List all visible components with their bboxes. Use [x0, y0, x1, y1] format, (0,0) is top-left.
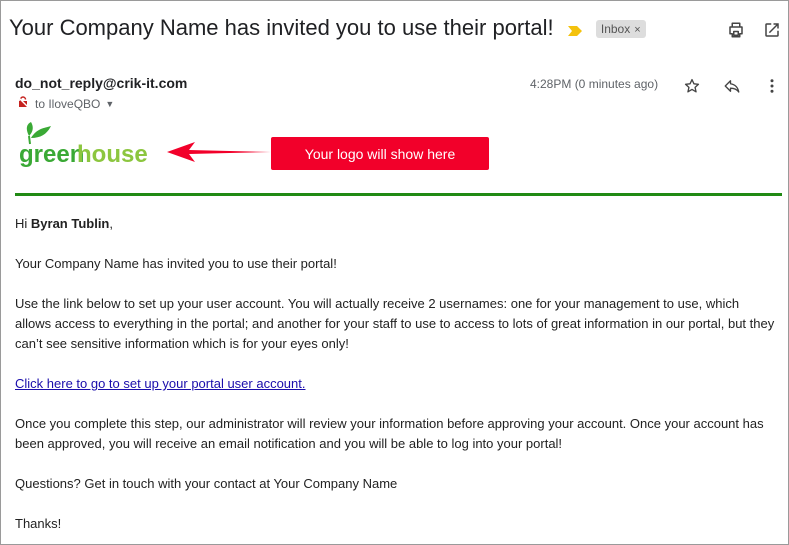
setup-account-link[interactable]: Click here to go to set up your portal u… — [15, 376, 306, 391]
email-subject: Your Company Name has invited you to use… — [9, 15, 646, 42]
greeting-suffix: , — [109, 216, 113, 231]
logo-text-house: house — [77, 141, 148, 168]
not-encrypted-icon[interactable] — [17, 96, 29, 111]
recipient-text: to IloveQBO — [35, 96, 101, 111]
open-in-new-window-icon[interactable] — [763, 21, 781, 44]
sender-email: do_not_reply@crik-it.com — [15, 75, 188, 91]
company-logo: green house — [19, 122, 151, 172]
print-icon[interactable] — [727, 21, 745, 44]
star-icon[interactable] — [683, 77, 701, 100]
body-paragraph-4: Questions? Get in touch with your contac… — [15, 476, 398, 491]
logo-text-green: green — [19, 141, 84, 168]
sign-off: Thanks! — [15, 516, 62, 531]
greeting-prefix: Hi — [15, 216, 31, 231]
reply-icon[interactable] — [723, 77, 741, 100]
inbox-label-text: Inbox — [600, 22, 631, 37]
body-paragraph-1: Your Company Name has invited you to use… — [15, 256, 337, 271]
remove-label-button[interactable]: × — [634, 24, 640, 36]
greeting: Hi Byran Tublin, — [15, 214, 775, 234]
recipient-name: Byran Tublin — [30, 216, 110, 231]
importance-marker-icon[interactable] — [567, 16, 582, 42]
email-timestamp: 4:28PM (0 minutes ago) — [530, 77, 659, 91]
subject-text: has invited you to use their portal! — [224, 15, 554, 40]
setup-link-paragraph: Click here to go to set up your portal u… — [15, 374, 775, 394]
chevron-down-icon[interactable]: ▼ — [105, 99, 114, 109]
body-paragraph-2: Use the link below to set up your user a… — [15, 296, 775, 351]
logo-callout: Your logo will show here — [271, 137, 489, 170]
email-view: Your Company Name has invited you to use… — [0, 0, 789, 545]
subject-company: Your Company Name — [9, 15, 219, 40]
email-body: Hi Byran Tublin, Your Company Name has i… — [15, 214, 775, 544]
more-vert-icon[interactable] — [763, 77, 781, 100]
inbox-label: Inbox × — [595, 20, 646, 39]
arrow-left-icon — [161, 139, 273, 170]
recipient-line: to IloveQBO ▼ — [17, 96, 114, 111]
header-divider — [15, 193, 782, 196]
body-paragraph-3: Once you complete this step, our adminis… — [15, 416, 764, 451]
